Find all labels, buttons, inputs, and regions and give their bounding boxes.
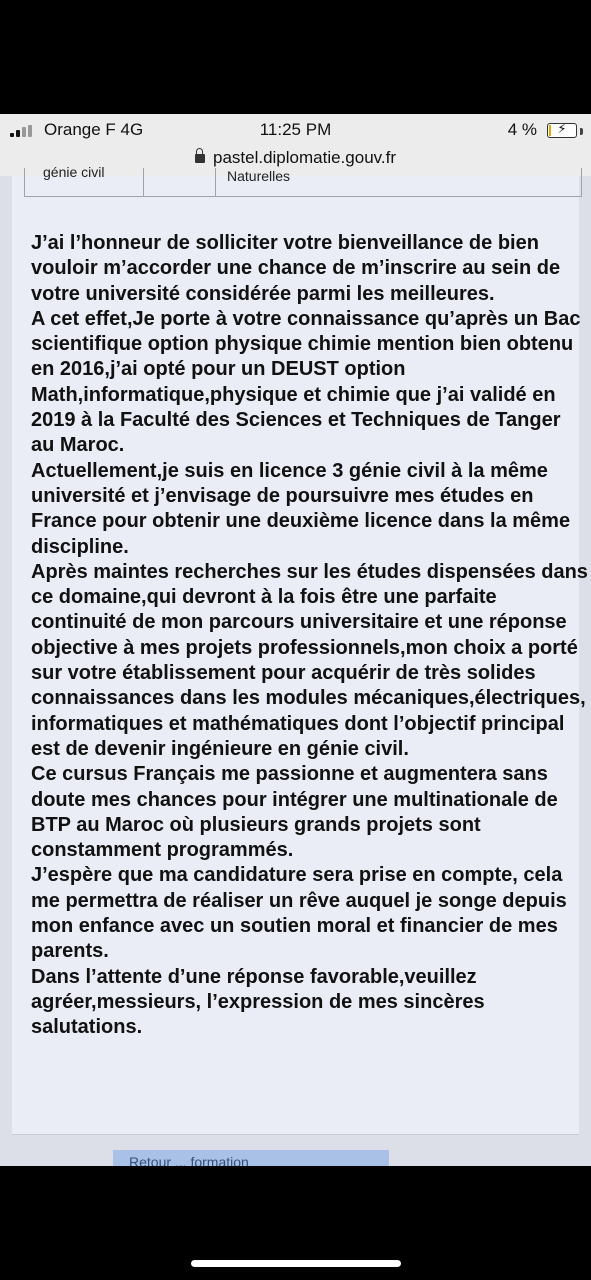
partial-button[interactable]: Retour ... formation (113, 1150, 389, 1166)
letter-paragraph: J’ai l’honneur de solliciter votre bienv… (31, 232, 561, 305)
content-panel: génie civil Naturelles J’ai l’honneur de… (12, 164, 588, 1135)
partial-button-label: Retour ... formation (129, 1154, 249, 1166)
battery-percent: 4 % (507, 120, 537, 139)
letter-paragraph: A cet effet,Je porte à votre connaissanc… (31, 307, 581, 457)
web-page: génie civil Naturelles J’ai l’honneur de… (0, 164, 591, 1166)
battery-tip (580, 128, 583, 135)
url-text: pastel.diplomatie.gouv.fr (212, 148, 396, 167)
table-cell-right: Naturelles (227, 168, 291, 184)
letter-paragraph: Ce cursus Français me passionne et augme… (31, 763, 558, 862)
letter-paragraph: Dans l’attente d’une réponse favorable,v… (31, 965, 485, 1039)
letter-paragraph: Après maintes recherches sur les études … (31, 560, 588, 760)
motivation-letter: J’ai l’honneur de solliciter votre bienv… (31, 231, 589, 1041)
table-cell-left: génie civil (43, 164, 105, 180)
letter-paragraph: Actuellement,je suis en licence 3 génie … (31, 459, 571, 558)
table-fragment: génie civil Naturelles (24, 164, 582, 197)
battery-charging-icon: ⚡ (547, 121, 577, 138)
letter-paragraph: J’espère que ma candidature sera prise e… (31, 864, 567, 963)
lock-icon (194, 148, 205, 163)
status-row: Orange F 4G 11:25 PM 4 % ⚡ (0, 120, 591, 142)
home-indicator[interactable] (191, 1260, 401, 1267)
top-black-area (0, 0, 591, 114)
clock: 11:25 PM (259, 120, 332, 139)
